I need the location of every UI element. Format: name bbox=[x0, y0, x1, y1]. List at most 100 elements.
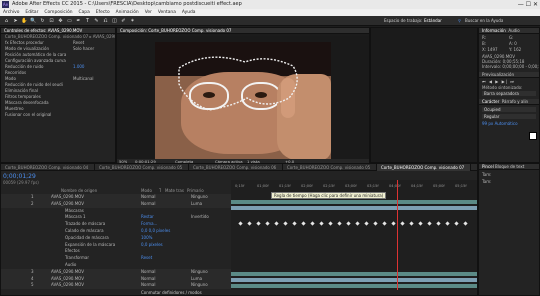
style-select[interactable]: Regular bbox=[482, 114, 536, 119]
menu-ver[interactable]: Ver bbox=[145, 9, 152, 16]
layer-2-bar[interactable] bbox=[231, 206, 477, 210]
timeline-layer-row[interactable]: Opacidad de máscara 100% bbox=[1, 235, 231, 242]
timeline-timecode[interactable]: 0;00;01;29 bbox=[3, 173, 36, 180]
layer-1-bar[interactable] bbox=[231, 200, 477, 204]
layer-mode[interactable]: 0,0 píxeles bbox=[141, 242, 163, 249]
stamp-tool-icon[interactable]: ⎌ bbox=[102, 18, 109, 24]
layer-mode[interactable]: 0,0 0,0 píxeles bbox=[141, 228, 170, 235]
layer-matte[interactable]: Luma bbox=[191, 201, 202, 208]
selection-tool-icon[interactable]: ➤ bbox=[12, 18, 19, 24]
layer-mode[interactable]: Normal bbox=[141, 282, 155, 289]
keyframe-marker[interactable] bbox=[445, 221, 450, 226]
timeline-tab[interactable]: Corte_BUHOREOZOO Comp. visionado 07 bbox=[377, 164, 471, 171]
keyframe-marker[interactable] bbox=[427, 221, 432, 226]
timeline-layer-row[interactable]: Máscara 1 Restar Invertido bbox=[1, 214, 231, 221]
col-parent[interactable]: Primario bbox=[187, 188, 204, 193]
keyframe-marker[interactable] bbox=[274, 221, 279, 226]
menu-archivo[interactable]: Archivo bbox=[3, 9, 19, 16]
layer-mode[interactable]: Normal bbox=[141, 269, 155, 276]
layer-name[interactable]: AVAS_0290.MOV bbox=[51, 194, 84, 201]
timeline-tab[interactable]: Corte_BUHOREOZOO Comp. visionado 05 bbox=[283, 164, 377, 171]
keyframe-marker[interactable] bbox=[463, 221, 468, 226]
layer-5-bar[interactable] bbox=[231, 284, 477, 288]
timeline-layer-row[interactable]: 2 AVAS_0290.MOV Normal Luma bbox=[1, 200, 231, 208]
layer-4-bar[interactable] bbox=[231, 278, 477, 282]
keyframe-marker[interactable] bbox=[355, 221, 360, 226]
layer-name[interactable]: AVAS_0290.MOV bbox=[51, 201, 84, 208]
keyframe-marker[interactable] bbox=[337, 221, 342, 226]
keyframe-marker[interactable] bbox=[310, 221, 315, 226]
keyframe-marker[interactable] bbox=[391, 221, 396, 226]
layer-mode[interactable]: Reset bbox=[141, 255, 152, 262]
layer-name[interactable]: Opacidad de máscara bbox=[65, 235, 109, 242]
layer-name[interactable]: Transformar bbox=[65, 255, 89, 262]
leading-value[interactable]: Automático bbox=[495, 121, 518, 126]
help-search-input[interactable]: Buscar en la Ayuda bbox=[465, 18, 503, 23]
timeline-layer-row[interactable]: Calado de máscara 0,0 0,0 píxeles bbox=[1, 228, 231, 235]
col-mode[interactable]: Modo bbox=[141, 188, 152, 193]
playback-controls[interactable]: ⏮ ◀ ▶ ▶| ⏭ bbox=[479, 78, 539, 85]
puppet-tool-icon[interactable]: ✶ bbox=[129, 18, 136, 24]
menu-ventana[interactable]: Ventana bbox=[158, 9, 176, 16]
layer-matte[interactable]: Ninguno bbox=[191, 282, 208, 289]
audio-tab[interactable]: Audio bbox=[508, 28, 519, 33]
timeline-layer-row[interactable]: 1 AVAS_0290.MOV Normal Ninguno bbox=[1, 194, 231, 201]
timeline-layer-row[interactable]: Trazado de máscara Forma... bbox=[1, 221, 231, 228]
font-size-value[interactable]: 99 px bbox=[482, 121, 493, 126]
keyframe-marker[interactable] bbox=[247, 221, 252, 226]
menu-efecto[interactable]: Efecto bbox=[96, 9, 110, 16]
keyframe-marker[interactable] bbox=[256, 221, 261, 226]
timeline-layer-row[interactable]: 5 AVAS_0290.MOV Normal Ninguno bbox=[1, 282, 231, 290]
layer-name[interactable]: Calado de máscara bbox=[65, 228, 104, 235]
menu-ayuda[interactable]: Ayuda bbox=[182, 9, 196, 16]
keyframe-marker[interactable] bbox=[301, 221, 306, 226]
method-select[interactable]: Barra separadora bbox=[482, 91, 536, 96]
text-tool-icon[interactable]: T bbox=[84, 18, 91, 24]
layer-name[interactable]: Máscara 1 bbox=[65, 214, 86, 221]
timeline-layer-row[interactable]: Expansión de la máscara 0,0 píxeles bbox=[1, 242, 231, 249]
pan-behind-tool-icon[interactable]: ✥ bbox=[57, 18, 64, 24]
menu-composicion[interactable]: Composición bbox=[44, 9, 72, 16]
layer-mode[interactable]: Normal bbox=[141, 201, 155, 208]
layer-mode[interactable]: 100% bbox=[141, 235, 152, 242]
menu-animacion[interactable]: Animación bbox=[116, 9, 139, 16]
rotate-tool-icon[interactable]: ↻ bbox=[39, 18, 46, 24]
layer-name[interactable]: AVAS_0290.MOV bbox=[51, 276, 84, 283]
keyframe-marker[interactable] bbox=[265, 221, 270, 226]
eraser-tool-icon[interactable]: ◫ bbox=[111, 18, 118, 24]
window-controls[interactable]: — ☐ ✕ bbox=[518, 0, 538, 9]
timeline-layer-row[interactable]: 3 AVAS_0290.MOV Normal Ninguno bbox=[1, 268, 231, 276]
layer-name[interactable]: AVAS_0290.MOV bbox=[51, 282, 84, 289]
mask-tool-icon[interactable]: ▭ bbox=[66, 18, 73, 24]
hand-tool-icon[interactable]: ✋ bbox=[21, 18, 28, 24]
char-tab[interactable]: Carácter bbox=[482, 99, 499, 104]
brush-tool-icon[interactable]: ✎ bbox=[93, 18, 100, 24]
layer-name[interactable]: Expansión de la máscara bbox=[65, 242, 115, 249]
layer-name[interactable]: Trazado de máscara bbox=[65, 221, 105, 228]
keyframe-marker[interactable] bbox=[373, 221, 378, 226]
effect-row[interactable]: Fusionar con el original bbox=[1, 112, 115, 118]
keyframe-marker[interactable] bbox=[382, 221, 387, 226]
roto-tool-icon[interactable]: ✐ bbox=[120, 18, 127, 24]
home-icon[interactable]: ⌂ bbox=[3, 18, 10, 24]
zoom-tool-icon[interactable]: 🔍 bbox=[30, 18, 37, 24]
keyframe-marker[interactable] bbox=[436, 221, 441, 226]
layer-matte[interactable]: Ninguno bbox=[191, 194, 208, 201]
timeline-layer-row[interactable]: Audio bbox=[1, 262, 231, 269]
timeline-layer-row[interactable]: 4 AVAS_0290.MOV Normal Luma bbox=[1, 275, 231, 283]
col-source-name[interactable]: Nombre de origen bbox=[61, 188, 97, 193]
layer-mode[interactable]: Normal bbox=[141, 194, 155, 201]
pen-tool-icon[interactable]: ✒ bbox=[75, 18, 82, 24]
layer-matte[interactable]: Invertido bbox=[191, 214, 209, 221]
fill-color-swatch[interactable] bbox=[529, 132, 537, 140]
keyframe-marker[interactable] bbox=[409, 221, 414, 226]
layer-matte[interactable]: Luma bbox=[191, 276, 202, 283]
timeline-layer-row[interactable]: Máscaras bbox=[1, 208, 231, 215]
keyframe-row[interactable] bbox=[231, 218, 477, 242]
font-select[interactable]: Ocupied bbox=[482, 107, 536, 112]
layer-name[interactable]: Máscaras bbox=[65, 208, 84, 215]
text-block-tab[interactable]: Bloque de text bbox=[495, 164, 524, 169]
composition-tab[interactable]: Composición: Corte_BUHOREOZOO Comp. visi… bbox=[117, 28, 369, 34]
brush-tab[interactable]: Pincel bbox=[482, 164, 494, 169]
info-tab[interactable]: Información bbox=[482, 28, 506, 33]
